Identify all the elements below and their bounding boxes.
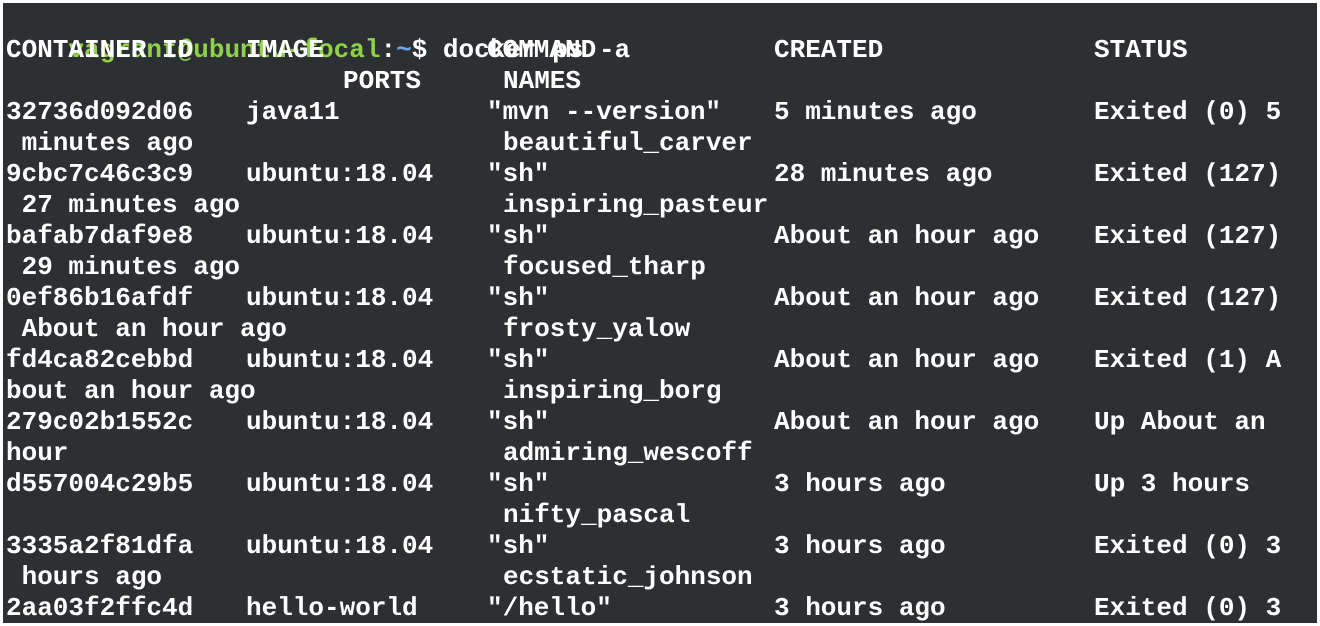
cell-status-line1: Exited (127) (1094, 221, 1282, 251)
table-row: 279c02b1552c ubuntu:18.04 "sh" About an hou… (6, 407, 1316, 438)
terminal-window[interactable]: vagrant@ubuntu-focal:~$ docker ps -a CON… (3, 3, 1317, 623)
cell-container-id: 9cbc7c46c3c9 (6, 159, 194, 189)
header-container-id: CONTAINER ID (6, 35, 194, 65)
cell-name: ecstatic_johnson (503, 562, 753, 592)
cell-command: "sh" (487, 221, 550, 251)
cell-container-id: 279c02b1552c (6, 407, 194, 437)
header-created: CREATED (774, 35, 884, 65)
table-header: CONTAINER ID IMAGE COMMAND CREATED STATU… (6, 35, 1316, 66)
cell-created: 5 minutes ago (774, 97, 977, 127)
table-row-wrap: hours ago ecstatic_johnson (6, 562, 1316, 593)
cell-image: hello-world (246, 593, 418, 623)
cell-created: About an hour ago (774, 345, 1040, 375)
table-row: 0ef86b16afdf ubuntu:18.04 "sh" About an hou… (6, 283, 1316, 314)
table-row-wrap: 29 minutes ago focused_tharp (6, 252, 1316, 283)
cell-name: nifty_pascal (503, 500, 691, 530)
cell-status-wrap: hours ago (6, 562, 163, 592)
cell-image: java11 (246, 97, 340, 127)
cell-container-id: 3335a2f81dfa (6, 531, 194, 561)
cell-created: 3 hours ago (774, 469, 946, 499)
cell-status-wrap: bout an hour ago (6, 376, 256, 406)
table-row-wrap: 27 minutes ago inspiring_pasteur (6, 190, 1316, 221)
cell-container-id: d557004c29b5 (6, 469, 194, 499)
cell-created: About an hour ago (774, 407, 1040, 437)
cell-image: ubuntu:18.04 (246, 159, 434, 189)
table-row: 32736d092d06 java11 "mvn --version" 5 minut… (6, 97, 1316, 128)
cell-status-line1: Exited (127) (1094, 159, 1282, 189)
cell-container-id: bafab7daf9e8 (6, 221, 194, 251)
cell-image: ubuntu:18.04 (246, 345, 434, 375)
cell-created: 3 hours ago (774, 531, 946, 561)
cell-name: frosty_yalow (503, 314, 691, 344)
table-row-wrap: hour admiring_wescoff (6, 438, 1316, 469)
cell-command: "sh" (487, 407, 550, 437)
table-row: bafab7daf9e8 ubuntu:18.04 "sh" About an hou… (6, 221, 1316, 252)
cell-status-line1: Up 3 hours (1094, 469, 1251, 499)
cell-name: focused_tharp (503, 252, 706, 282)
cell-command: "mvn --version" (487, 97, 722, 127)
cell-status-line1: Exited (1) A (1094, 345, 1282, 375)
table-row: fd4ca82cebbd ubuntu:18.04 "sh" About an hou… (6, 345, 1316, 376)
prompt-line: vagrant@ubuntu-focal:~$ docker ps -a (6, 4, 630, 65)
cell-created: About an hour ago (774, 221, 1040, 251)
cell-command: "sh" (487, 159, 550, 189)
cell-status-wrap: About an hour ago (6, 314, 287, 344)
cell-status-line1: Up About an (1094, 407, 1266, 437)
cell-status-wrap: 29 minutes ago (6, 252, 241, 282)
table-header-wrap: PORTS NAMES (6, 66, 1316, 97)
cell-container-id: fd4ca82cebbd (6, 345, 194, 375)
table-row: 9cbc7c46c3c9 ubuntu:18.04 "sh" 28 minutes a… (6, 159, 1316, 190)
header-names: NAMES (503, 66, 582, 96)
header-status: STATUS (1094, 35, 1188, 65)
cell-command: "/hello" (487, 593, 612, 623)
cell-command: "sh" (487, 345, 550, 375)
cell-name: admiring_wescoff (503, 438, 753, 468)
cell-status-line1: Exited (0) 5 (1094, 97, 1282, 127)
cell-status-wrap: 27 minutes ago (6, 190, 241, 220)
header-image: IMAGE (246, 35, 325, 65)
cell-image: ubuntu:18.04 (246, 221, 434, 251)
header-ports: PORTS (343, 66, 422, 96)
cell-image: ubuntu:18.04 (246, 531, 434, 561)
table-row: 3335a2f81dfa ubuntu:18.04 "sh" 3 hours ago E… (6, 531, 1316, 562)
cell-command: "sh" (487, 531, 550, 561)
cell-created: 3 hours ago (774, 593, 946, 623)
cell-status-wrap: hour (6, 438, 69, 468)
table-row: 2aa03f2ffc4d hello-world "/hello" 3 hours a… (6, 593, 1316, 623)
cell-name: inspiring_borg (503, 376, 722, 406)
cell-command: "sh" (487, 283, 550, 313)
cell-image: ubuntu:18.04 (246, 469, 434, 499)
cell-status-line1: Exited (127) (1094, 283, 1282, 313)
table-row-wrap: nifty_pascal (6, 500, 1316, 531)
cell-created: 28 minutes ago (774, 159, 993, 189)
cell-image: ubuntu:18.04 (246, 283, 434, 313)
table-row-wrap: About an hour ago frosty_yalow (6, 314, 1316, 345)
cell-status-wrap: minutes ago (6, 128, 194, 158)
header-command: COMMAND (487, 35, 597, 65)
cell-container-id: 32736d092d06 (6, 97, 194, 127)
cell-name: beautiful_carver (503, 128, 753, 158)
cell-container-id: 0ef86b16afdf (6, 283, 194, 313)
cell-status-line1: Exited (0) 3 (1094, 593, 1282, 623)
cell-command: "sh" (487, 469, 550, 499)
cell-container-id: 2aa03f2ffc4d (6, 593, 194, 623)
table-row-wrap: bout an hour ago inspiring_borg (6, 376, 1316, 407)
cell-name: inspiring_pasteur (503, 190, 769, 220)
table-row-wrap: minutes ago beautiful_carver (6, 128, 1316, 159)
cell-status-line1: Exited (0) 3 (1094, 531, 1282, 561)
cell-created: About an hour ago (774, 283, 1040, 313)
cell-image: ubuntu:18.04 (246, 407, 434, 437)
table-row: d557004c29b5 ubuntu:18.04 "sh" 3 hours ago U… (6, 469, 1316, 500)
